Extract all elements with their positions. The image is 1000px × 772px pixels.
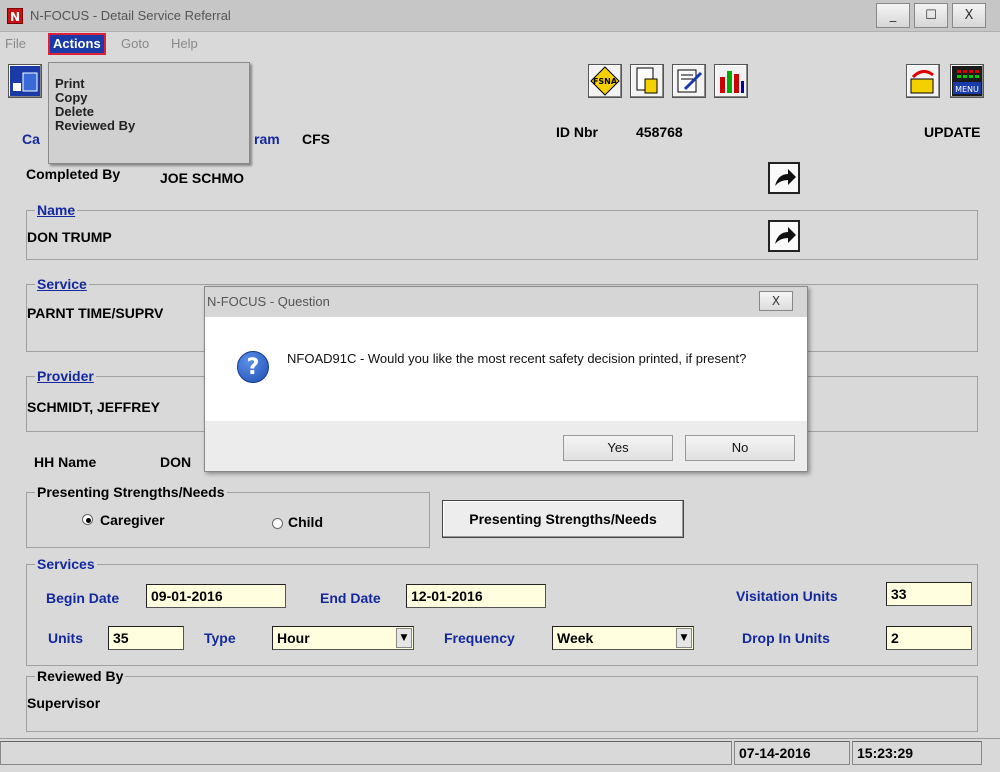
status-date: 07-14-2016 [734,741,850,765]
completed-by-value: JOE SCHMO [160,170,245,186]
menu-actions[interactable]: Actions [48,33,106,55]
dialog-message: NFOAD91C - Would you like the most recen… [287,351,747,366]
child-radio-label[interactable]: Child [288,514,323,530]
menu-item-copy[interactable]: Copy [55,91,249,105]
info-icon[interactable] [630,64,664,98]
dialog-footer: Yes No [205,421,807,471]
close-window-button[interactable]: X [952,3,986,28]
service-legend[interactable]: Service [35,276,89,292]
menu-help[interactable]: Help [168,35,201,53]
completed-by-label: Completed By [26,166,121,182]
menu-goto[interactable]: Goto [118,35,152,53]
strengths-legend: Presenting Strengths/Needs [35,484,227,500]
menu-bar: File Actions Goto Help [0,32,1000,56]
nfocus-logo-icon: N [7,8,23,24]
menu-icon[interactable]: MENU [950,64,984,98]
frequency-select[interactable]: Week ▼ [552,626,694,650]
dialog-close-button[interactable]: X [759,291,793,311]
name-value: DON TRUMP [27,229,112,245]
app-window: N N-FOCUS - Detail Service Referral _ ☐ … [0,0,1000,772]
child-radio[interactable] [272,518,283,529]
menu-item-reviewed-by[interactable]: Reviewed By [55,119,249,133]
edit-icon[interactable] [672,64,706,98]
dialog-title: N-FOCUS - Question [207,294,330,309]
name-legend[interactable]: Name [35,202,78,218]
fsna-icon-label: FSNA [593,77,618,86]
visitation-units-label: Visitation Units [736,588,838,604]
presenting-strengths-button[interactable]: Presenting Strengths/Needs [442,500,684,538]
mode-label: UPDATE [924,124,981,140]
minimize-button[interactable]: _ [876,3,910,28]
menu-item-print[interactable]: Print [55,77,249,91]
hh-name-value: DON [160,454,192,470]
menu-item-delete[interactable]: Delete [55,105,249,119]
reviewed-by-legend: Reviewed By [35,668,126,684]
question-icon: ? [237,351,269,383]
actions-dropdown: Print Copy Delete Reviewed By [48,62,250,164]
caregiver-radio[interactable] [82,514,93,525]
caregiver-radio-label[interactable]: Caregiver [100,512,165,528]
question-dialog: N-FOCUS - Question X ? NFOAD91C - Would … [204,286,808,472]
frequency-select-value: Week [557,630,594,646]
type-label: Type [204,630,236,646]
units-label: Units [48,630,83,646]
status-message [0,741,732,765]
menu-icon-label: MENU [955,85,979,94]
drop-in-units-label: Drop In Units [742,630,830,646]
frequency-label: Frequency [444,630,515,646]
name-link-button[interactable] [768,220,800,252]
drop-in-units-field[interactable]: 2 [886,626,972,650]
id-value: 458768 [636,124,683,140]
type-select[interactable]: Hour ▼ [272,626,414,650]
status-time: 15:23:29 [852,741,982,765]
hh-name-label: HH Name [34,454,97,470]
end-date-field[interactable]: 12-01-2016 [406,584,546,608]
end-date-label: End Date [320,590,381,606]
begin-date-field[interactable]: 09-01-2016 [146,584,286,608]
reviewed-by-group: Reviewed By Supervisor [26,668,978,732]
window-title: N-FOCUS - Detail Service Referral [30,8,231,23]
chevron-down-icon[interactable]: ▼ [396,628,412,648]
case-label: Ca [22,131,40,147]
program-value: CFS [302,131,330,147]
provider-legend[interactable]: Provider [35,368,96,384]
no-button[interactable]: No [685,435,795,461]
units-field[interactable]: 35 [108,626,184,650]
maximize-button[interactable]: ☐ [914,3,948,28]
exit-icon[interactable] [906,64,940,98]
program-label: ram [254,131,280,147]
services-group: Services [26,556,978,666]
chart-icon[interactable] [714,64,748,98]
fsna-icon[interactable]: FSNA [588,64,622,98]
service-value: PARNT TIME/SUPRV [27,305,164,321]
name-group: Name DON TRUMP [26,202,978,260]
menu-file[interactable]: File [2,35,29,53]
completed-by-link-button[interactable] [768,162,800,194]
type-select-value: Hour [277,630,310,646]
visitation-units-field[interactable]: 33 [886,582,972,606]
calendar-icon[interactable] [8,64,42,98]
id-label: ID Nbr [556,124,598,140]
status-bar: 07-14-2016 15:23:29 [0,738,1000,772]
dialog-body: ? NFOAD91C - Would you like the most rec… [205,317,807,421]
chevron-down-icon[interactable]: ▼ [676,628,692,648]
reviewed-by-value: Supervisor [27,695,101,711]
provider-value: SCHMIDT, JEFFREY [27,399,161,415]
title-bar: N N-FOCUS - Detail Service Referral _ ☐ … [0,0,1000,32]
dialog-title-bar: N-FOCUS - Question X [205,287,807,317]
services-legend: Services [35,556,97,572]
begin-date-label: Begin Date [46,590,120,606]
yes-button[interactable]: Yes [563,435,673,461]
